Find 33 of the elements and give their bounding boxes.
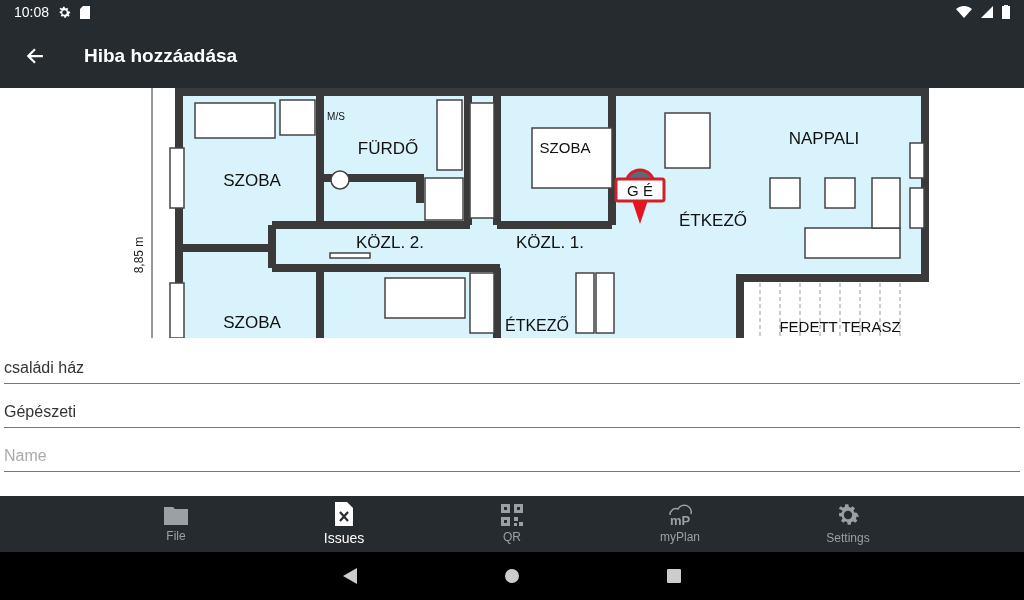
room-label: SZOBA bbox=[223, 171, 281, 190]
screen-title: Hiba hozzáadása bbox=[84, 45, 238, 67]
room-label: FEDETT TERASZ bbox=[779, 318, 901, 335]
nav-tab[interactable]: Settings bbox=[764, 496, 932, 552]
wifi-icon bbox=[956, 6, 972, 18]
back-icon[interactable] bbox=[343, 568, 357, 584]
signal-icon bbox=[981, 6, 993, 18]
nav-tab[interactable]: mP myPlan bbox=[596, 496, 764, 552]
nav-tab[interactable]: File bbox=[92, 496, 260, 552]
room-label: NAPPALI bbox=[788, 129, 860, 148]
room-label: SZOBA bbox=[539, 139, 591, 156]
status-time: 10:08 bbox=[14, 4, 50, 20]
settings-icon bbox=[58, 5, 72, 19]
issue-pin-icon[interactable] bbox=[614, 168, 666, 224]
settings-icon bbox=[836, 503, 860, 527]
room-label: M/S bbox=[327, 111, 345, 122]
sd-card-icon bbox=[80, 5, 91, 19]
room-label: ÉTKEZŐ bbox=[505, 317, 569, 334]
nav-tab[interactable]: Issues bbox=[260, 496, 428, 552]
battery-icon bbox=[1002, 5, 1010, 19]
dimension-label: 8,85 m bbox=[132, 236, 146, 274]
folder-icon bbox=[164, 505, 188, 525]
room-label: SZOBA bbox=[223, 313, 281, 332]
room-label: KÖZL. 1. bbox=[516, 233, 584, 252]
room-label: FÜRDŐ bbox=[357, 139, 419, 158]
qr-code-icon bbox=[501, 504, 523, 526]
room-label: ÉTKEZŐ bbox=[679, 211, 747, 230]
room-label: KÖZL. 2. bbox=[356, 233, 424, 252]
marker-label: G É bbox=[627, 182, 653, 199]
document-icon bbox=[335, 502, 353, 526]
back-arrow-icon bbox=[26, 47, 44, 65]
home-icon[interactable] bbox=[505, 569, 519, 583]
nav-tab[interactable]: QR bbox=[428, 496, 596, 552]
